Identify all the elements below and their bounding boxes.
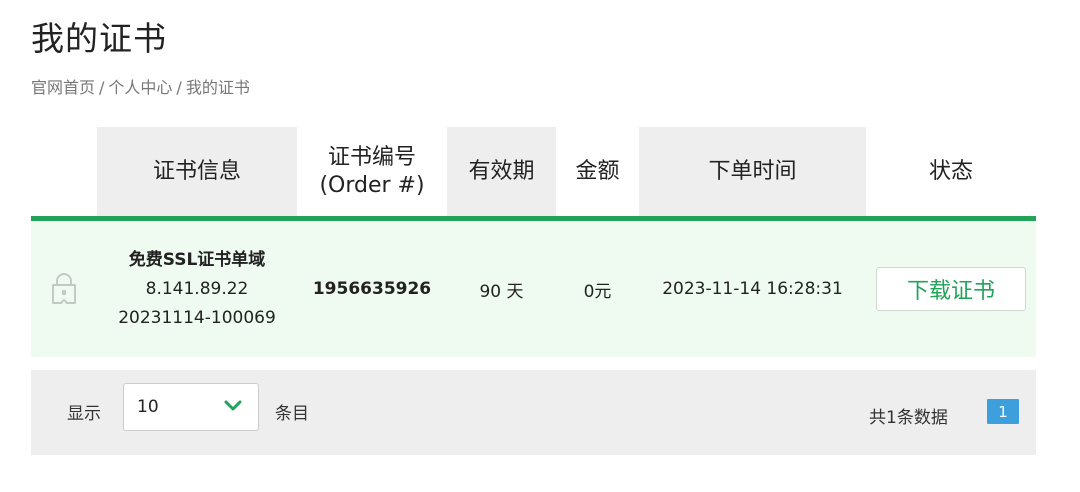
header-order-line2: (Order #) [319,172,425,198]
certificate-table: 证书信息 证书编号 (Order #) 有效期 金额 下单时间 状态 免费SSL… [31,127,1036,357]
entries-label: 条目 [275,404,309,424]
header-order-time: 下单时间 [639,127,866,216]
cert-code: 20231114-100069 [118,307,276,328]
status-cell: 下载证书 [866,221,1036,357]
breadcrumb-current: 我的证书 [185,78,250,97]
breadcrumb-home[interactable]: 官网首页 [31,78,95,97]
download-certificate-button[interactable]: 下载证书 [876,267,1026,311]
cert-info-cell: 免费SSL证书单域 8.141.89.22 20231114-100069 [97,221,297,357]
order-time: 2023-11-14 16:28:31 [662,279,843,299]
order-number: 1956635926 [312,279,432,299]
page-size-value: 10 [137,397,159,417]
header-amount: 金额 [575,158,620,184]
chevron-down-icon [224,400,242,411]
breadcrumb-user-center[interactable]: 个人中心 [108,78,172,97]
certificate-lock-icon [31,221,97,357]
show-label: 显示 [67,404,101,424]
breadcrumb: 官网首页 / 个人中心 / 我的证书 [31,74,250,98]
table-row: 免费SSL证书单域 8.141.89.22 20231114-100069 19… [31,221,1036,357]
page-size-select[interactable]: 10 [123,383,259,431]
pagination-page-1[interactable]: 1 [987,399,1019,424]
cert-name: 免费SSL证书单域 [128,249,266,270]
header-validity: 有效期 [447,127,556,216]
page-title: 我的证书 [31,19,167,58]
table-header: 证书信息 证书编号 (Order #) 有效期 金额 下单时间 状态 [31,127,1036,216]
header-status: 状态 [928,158,973,184]
cert-domain: 8.141.89.22 [145,278,249,299]
amount: 0元 [583,281,612,302]
header-order-number: 证书编号 (Order #) [297,127,447,216]
total-count: 共1条数据 [869,408,948,428]
header-cert-info: 证书信息 [97,127,297,216]
breadcrumb-separator: / [99,78,105,97]
validity-period: 90 天 [479,281,524,302]
table-footer: 显示 10 条目 共1条数据 1 [31,370,1036,455]
breadcrumb-separator: / [176,78,182,97]
header-order-line1: 证书编号 [327,144,416,170]
